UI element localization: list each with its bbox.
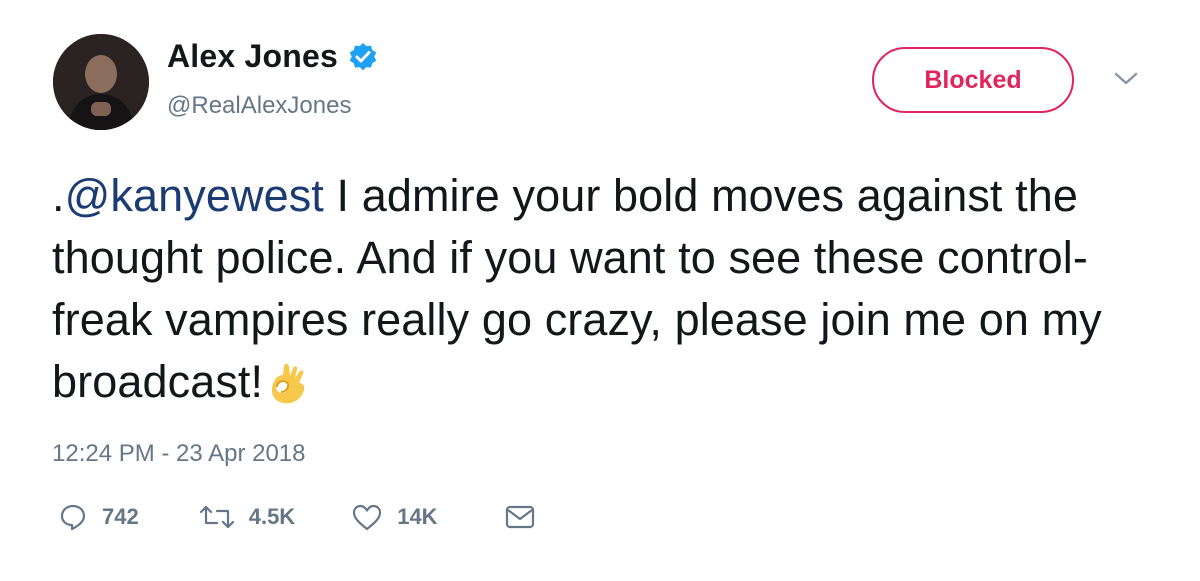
like-count: 14K: [397, 504, 438, 529]
tweet-text: .@kanyewest I admire your bold moves aga…: [52, 165, 1162, 425]
author-name-row: Alex Jones: [167, 38, 378, 75]
heart-icon: [353, 504, 382, 531]
avatar[interactable]: [53, 34, 149, 130]
author-display-name[interactable]: Alex Jones: [167, 38, 338, 75]
chevron-down-icon[interactable]: [1112, 70, 1140, 93]
retweet-count: 4.5K: [248, 504, 296, 529]
ok-hand-icon: [265, 359, 313, 425]
tweet-prefix: .: [52, 170, 65, 221]
mention-link[interactable]: @kanyewest: [65, 170, 324, 221]
reply-icon: [60, 504, 86, 531]
reply-count: 742: [102, 504, 139, 529]
tweet-timestamp[interactable]: 12:24 PM - 23 Apr 2018: [52, 440, 306, 468]
envelope-icon: [505, 505, 534, 529]
verified-badge-icon: [348, 42, 378, 72]
blocked-button[interactable]: Blocked: [872, 47, 1074, 113]
retweet-button[interactable]: 4.5K: [199, 503, 295, 531]
like-button[interactable]: 14K: [351, 502, 438, 532]
tweet-actions: 742 4.5K 14K: [58, 502, 536, 532]
direct-message-button[interactable]: [504, 503, 536, 531]
author-handle[interactable]: @RealAlexJones: [167, 92, 351, 120]
reply-button[interactable]: 742: [58, 502, 139, 532]
retweet-icon: [199, 505, 234, 529]
